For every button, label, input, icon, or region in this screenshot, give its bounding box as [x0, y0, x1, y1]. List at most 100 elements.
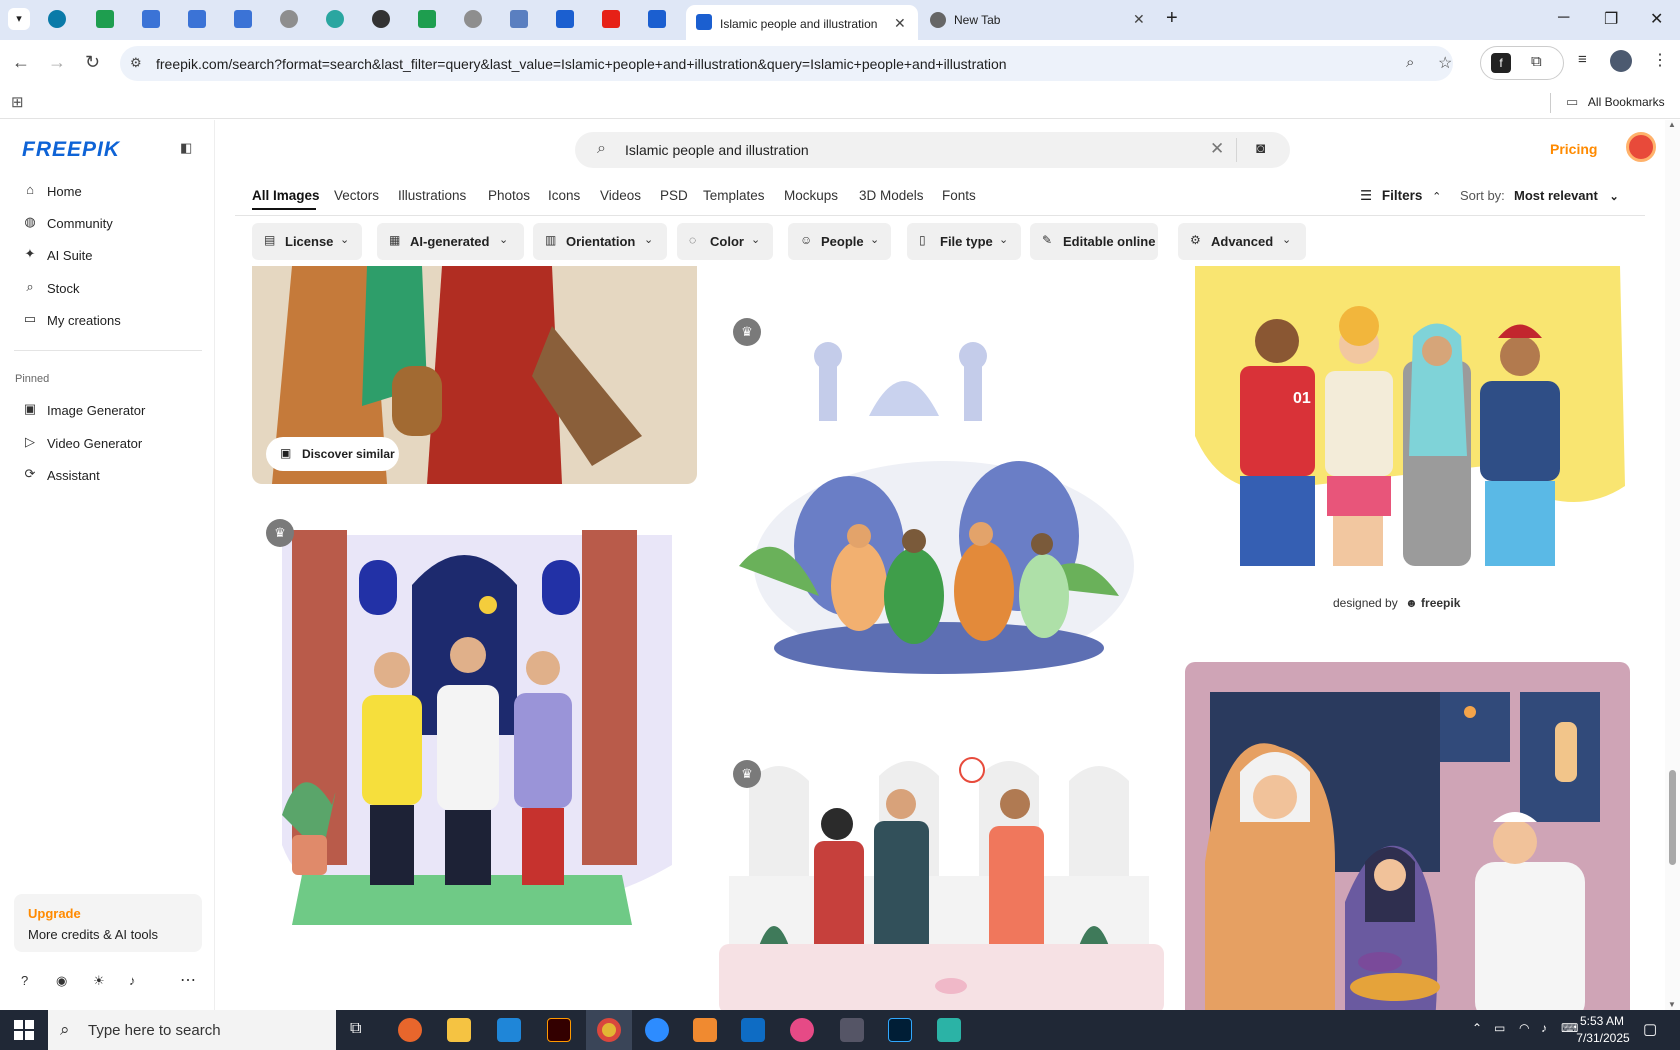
sort-select[interactable]: Most relevant ⌄ [1514, 188, 1619, 203]
media-icon[interactable]: ≡ [1578, 51, 1587, 68]
tab-mockups[interactable]: Mockups [784, 188, 838, 203]
pinned-tab-app[interactable] [326, 10, 344, 28]
sidebar-item-video-generator[interactable]: ▷ Video Generator [20, 432, 200, 456]
app-orange-icon[interactable] [693, 1018, 717, 1042]
clock-date[interactable]: 7/31/2025 [1570, 1031, 1636, 1045]
discord-icon[interactable]: ◉ [56, 973, 67, 989]
file-explorer-icon[interactable] [447, 1018, 471, 1042]
tray-wifi-icon[interactable]: ◠ [1519, 1021, 1529, 1035]
bell-icon[interactable]: ♪ [129, 973, 136, 988]
vscode-icon[interactable] [497, 1018, 521, 1042]
close-icon[interactable]: ✕ [1133, 11, 1145, 28]
pinned-tab-globe-1[interactable] [280, 10, 298, 28]
notifications-icon[interactable]: ▢ [1643, 1020, 1657, 1038]
pinned-tab-sheets-2[interactable] [418, 10, 436, 28]
pinned-tab-freepik-1[interactable] [556, 10, 574, 28]
tray-network-icon[interactable]: ▭ [1494, 1021, 1505, 1035]
pinned-tab-globe-2[interactable] [464, 10, 482, 28]
profile-avatar[interactable] [1610, 50, 1632, 72]
pinned-tab-youtube[interactable] [602, 10, 620, 28]
page-scrollbar[interactable]: ▲ ▼ [1665, 120, 1680, 1010]
result-tile-7[interactable] [1185, 662, 1630, 1010]
discover-similar-button[interactable]: ▣ Discover similar [266, 437, 399, 471]
sidebar-item-assistant[interactable]: ⟳ Assistant [20, 464, 200, 488]
theme-icon[interactable]: ☀ [93, 973, 105, 989]
chrome-icon[interactable] [597, 1018, 621, 1042]
result-tile-2[interactable]: ♛ [719, 266, 1164, 736]
result-tile-4[interactable]: ♛ [252, 505, 697, 945]
help-icon[interactable]: ? [21, 973, 28, 988]
pinned-tab-grid[interactable] [510, 10, 528, 28]
minimize-icon[interactable]: ─ [1558, 9, 1569, 27]
tab-photos[interactable]: Photos [488, 188, 530, 203]
tab-templates[interactable]: Templates [703, 188, 765, 203]
scroll-up-icon[interactable]: ▲ [1668, 120, 1676, 129]
pen-tool-icon[interactable] [840, 1018, 864, 1042]
chip-color[interactable]: ◌ Color ⌄ [677, 223, 773, 260]
chip-editable-online[interactable]: ✎ Editable online [1030, 223, 1158, 260]
tab-fonts[interactable]: Fonts [942, 188, 976, 203]
sidebar-item-my-creations[interactable]: ▭ My creations [20, 309, 200, 333]
result-tile-6[interactable] [719, 944, 1164, 1010]
scrollbar-thumb[interactable] [1669, 770, 1676, 865]
filters-button[interactable]: ☰ Filters ⌃ [1360, 188, 1441, 204]
tab-psd[interactable]: PSD [660, 188, 688, 203]
search-bar[interactable]: ⌕ Islamic people and illustration ✕ ◙ [575, 132, 1290, 168]
pinned-tab-docs-1[interactable] [142, 10, 160, 28]
pinned-tab-docs-2[interactable] [188, 10, 206, 28]
scroll-down-icon[interactable]: ▼ [1668, 1000, 1676, 1009]
sidebar-item-home[interactable]: ⌂ Home [20, 180, 200, 204]
tab-illustrations[interactable]: Illustrations [398, 188, 466, 203]
menu-icon[interactable]: ⋮ [1652, 50, 1668, 70]
creative-cloud-icon[interactable] [790, 1018, 814, 1042]
puzzle-icon[interactable]: ⧉ [1531, 53, 1542, 70]
forward-icon[interactable]: → [48, 52, 66, 73]
tray-chevron-icon[interactable]: ⌃ [1472, 1021, 1482, 1035]
star-icon[interactable]: ☆ [1438, 53, 1452, 73]
sidebar-item-community[interactable]: ◍ Community [20, 212, 200, 236]
close-window-icon[interactable]: ✕ [1650, 9, 1663, 29]
chip-people[interactable]: ☺ People ⌄ [788, 223, 891, 260]
taskbar-search[interactable]: ⌕ Type here to search [48, 1010, 336, 1050]
taskbar-search-input[interactable]: Type here to search [88, 1022, 221, 1039]
chip-advanced[interactable]: ⚙ Advanced ⌄ [1178, 223, 1306, 260]
tab-vectors[interactable]: Vectors [334, 188, 379, 203]
pinned-tab-openai[interactable] [372, 10, 390, 28]
pinned-tab-sheets-1[interactable] [96, 10, 114, 28]
apps-icon[interactable]: ⊞ [11, 93, 24, 111]
freepik-logo[interactable]: FREEPIK [22, 138, 120, 162]
tab-icons[interactable]: Icons [548, 188, 580, 203]
chip-license[interactable]: ▤ License ⌄ [252, 223, 362, 260]
pinned-tab-freepik-2[interactable] [648, 10, 666, 28]
site-info-icon[interactable]: ⚙ [130, 55, 142, 71]
reload-icon[interactable]: ↻ [85, 52, 100, 73]
tab-active[interactable]: Islamic people and illustration v ✕ [686, 5, 918, 40]
tab-search-button[interactable]: ▾ [8, 8, 30, 30]
windows-start-icon[interactable] [14, 1020, 34, 1040]
pinned-tab-wordpress[interactable] [48, 10, 66, 28]
all-bookmarks[interactable]: ▭ All Bookmarks [1566, 94, 1665, 110]
upgrade-card[interactable]: Upgrade More credits & AI tools [14, 894, 202, 952]
chip-ai-generated[interactable]: ▦ AI-generated ⌄ [377, 223, 524, 260]
photoshop-icon[interactable] [888, 1018, 912, 1042]
app-teal-icon[interactable] [937, 1018, 961, 1042]
new-tab-button[interactable]: + [1166, 7, 1178, 30]
close-icon[interactable]: ✕ [894, 15, 906, 32]
tab-all-images[interactable]: All Images [252, 188, 320, 203]
pricing-link[interactable]: Pricing [1550, 141, 1597, 157]
result-tile-1[interactable]: ▣ Discover similar [252, 266, 697, 484]
sidebar-item-stock[interactable]: ⌕ Stock [20, 277, 200, 301]
clear-icon[interactable]: ✕ [1210, 139, 1224, 159]
zoom-icon[interactable]: ⌕ [1406, 54, 1414, 71]
tab-3d-models[interactable]: 3D Models [859, 188, 924, 203]
font-extension-icon[interactable]: f [1491, 53, 1511, 73]
pinned-tab-docs-3[interactable] [234, 10, 252, 28]
collapse-sidebar-icon[interactable]: ◧ [180, 140, 192, 156]
camera-icon[interactable]: ◙ [1256, 140, 1265, 157]
illustrator-icon[interactable] [547, 1018, 571, 1042]
tab-videos[interactable]: Videos [600, 188, 641, 203]
restore-icon[interactable]: ❐ [1604, 9, 1618, 29]
clock-time[interactable]: 5:53 AM [1574, 1014, 1630, 1028]
search-input[interactable]: Islamic people and illustration [625, 142, 809, 158]
outlook-icon[interactable] [741, 1018, 765, 1042]
